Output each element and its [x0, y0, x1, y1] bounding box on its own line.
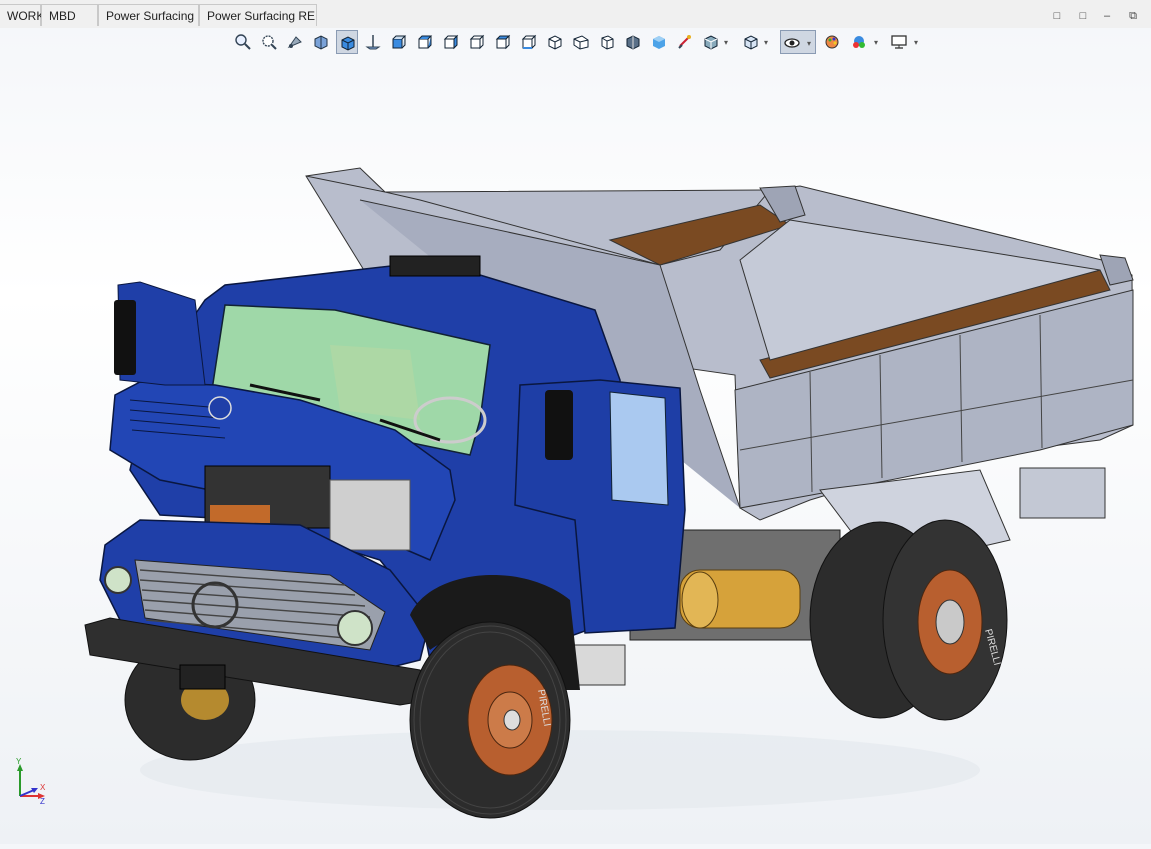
zoom-to-fit-icon[interactable]	[232, 30, 254, 54]
shaded-icon[interactable]	[648, 30, 670, 54]
front-right-wheel[interactable]: PIRELLI	[409, 621, 571, 819]
hide-show-dropdown-icon[interactable]: ▾	[764, 38, 768, 47]
scene-icon[interactable]	[848, 30, 870, 54]
display-style-icon[interactable]	[700, 30, 722, 54]
hide-show-items-icon[interactable]: ▾	[780, 30, 816, 54]
mirror-right	[545, 390, 573, 460]
triad-y-label: Y	[16, 757, 22, 766]
view-settings-icon[interactable]	[888, 30, 910, 54]
mirror-left	[114, 300, 136, 375]
view-orientation-icon[interactable]	[336, 30, 358, 54]
isometric-icon[interactable]	[544, 30, 566, 54]
tile-left-icon[interactable]: □	[1051, 10, 1063, 22]
right-view-icon[interactable]	[466, 30, 488, 54]
restore-icon[interactable]: ⧉	[1127, 10, 1139, 22]
tile-right-icon[interactable]: □	[1077, 10, 1089, 22]
hide-show-icon[interactable]	[740, 30, 762, 54]
front-view-icon[interactable]	[388, 30, 410, 54]
coordinate-triad: Y X Z	[10, 756, 50, 806]
normal-to-icon[interactable]	[362, 30, 384, 54]
command-manager-tabs: WORKS MBD Power Surfacing Power Surfacin…	[0, 0, 1151, 28]
trimetric-icon[interactable]	[570, 30, 592, 54]
bottom-view-icon[interactable]	[518, 30, 540, 54]
dimetric-icon[interactable]	[596, 30, 618, 54]
hidden-lines-icon[interactable]	[674, 30, 696, 54]
tab-mbd[interactable]: MBD	[41, 4, 98, 26]
graphics-area[interactable]: PIRELLI PIRELLI	[0, 56, 1151, 844]
triad-x-label: X	[40, 783, 46, 792]
section-view-icon[interactable]	[310, 30, 332, 54]
cab[interactable]	[84, 255, 686, 706]
left-view-icon[interactable]	[440, 30, 462, 54]
view-settings-dropdown-icon[interactable]: ▾	[914, 38, 918, 47]
dump-truck-model[interactable]: PIRELLI PIRELLI	[0, 56, 1151, 844]
top-view-icon[interactable]	[492, 30, 514, 54]
headlight-left	[104, 566, 132, 594]
scene-dropdown-icon[interactable]: ▾	[874, 38, 878, 47]
back-view-icon[interactable]	[414, 30, 436, 54]
rear-wheels[interactable]: PIRELLI	[809, 519, 1008, 721]
minimize-icon[interactable]: –	[1101, 10, 1113, 22]
previous-view-icon[interactable]	[284, 30, 306, 54]
zoom-area-icon[interactable]	[258, 30, 280, 54]
shaded-edges-icon[interactable]	[622, 30, 644, 54]
tab-solidworks[interactable]: WORKS	[0, 4, 52, 26]
display-style-dropdown-icon[interactable]: ▾	[724, 38, 728, 47]
appearance-icon[interactable]	[822, 30, 844, 54]
tab-power-surfacing[interactable]: Power Surfacing	[98, 4, 199, 26]
headlight-right	[337, 610, 373, 646]
tab-power-surfacing-re[interactable]: Power Surfacing RE	[199, 4, 317, 26]
triad-z-label: Z	[40, 797, 45, 806]
